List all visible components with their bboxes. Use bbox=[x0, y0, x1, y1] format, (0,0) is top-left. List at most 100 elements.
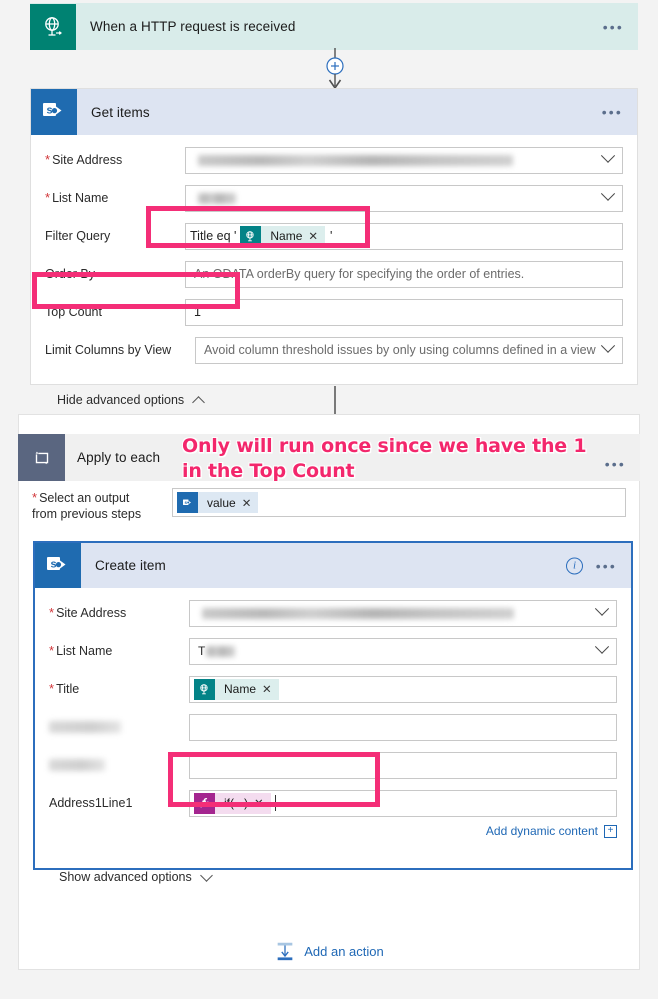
get-items-row-limit-columns: Limit Columns by View Avoid column thres… bbox=[31, 333, 637, 367]
trigger-card-header[interactable]: When a HTTP request is received ••• bbox=[30, 3, 638, 50]
remove-token-icon[interactable]: ✕ bbox=[308, 229, 325, 243]
required-asterisk: * bbox=[32, 490, 38, 505]
label-redacted-1 bbox=[49, 721, 189, 733]
remove-token-icon[interactable]: ✕ bbox=[254, 796, 271, 810]
chevron-down-icon[interactable] bbox=[600, 148, 616, 163]
annotation-line-2: in the Top Count bbox=[182, 460, 355, 483]
create-item-row-site-address: * Site Address bbox=[35, 596, 631, 630]
input-title[interactable]: Name ✕ bbox=[189, 675, 617, 703]
create-item-title: Create item bbox=[95, 558, 166, 573]
chevron-down-icon[interactable] bbox=[600, 338, 616, 353]
create-item-card[interactable]: s Create item i ••• * Site Address * Lis… bbox=[33, 541, 633, 884]
sharepoint-icon: s bbox=[177, 492, 198, 513]
advanced-toggle-label: Show advanced options bbox=[59, 870, 192, 884]
connector-trigger-to-getitems bbox=[326, 48, 344, 90]
label-address1line1: Address1Line1 bbox=[49, 796, 133, 810]
label-select-output: * Select an output from previous steps bbox=[32, 488, 172, 522]
trigger-menu-button[interactable]: ••• bbox=[603, 20, 624, 34]
info-icon[interactable]: i bbox=[566, 557, 583, 574]
redacted-value bbox=[198, 192, 236, 204]
plus-icon[interactable]: + bbox=[604, 824, 617, 838]
required-asterisk: * bbox=[45, 190, 51, 205]
label-list-name: * List Name bbox=[45, 190, 109, 205]
required-asterisk: * bbox=[49, 605, 55, 620]
add-dynamic-content-label: Add dynamic content bbox=[485, 824, 598, 838]
input-select-output[interactable]: s value ✕ bbox=[172, 488, 626, 517]
label-redacted-2 bbox=[49, 759, 189, 771]
http-globe-icon bbox=[30, 3, 76, 50]
required-asterisk: * bbox=[45, 152, 51, 167]
required-asterisk: * bbox=[49, 681, 55, 696]
label-limit-columns: Limit Columns by View bbox=[45, 343, 172, 357]
get-items-header[interactable]: s Get items ••• bbox=[31, 89, 637, 135]
sharepoint-icon: s bbox=[35, 543, 81, 588]
input-list-name[interactable]: T bbox=[189, 637, 617, 665]
input-site-address[interactable] bbox=[185, 146, 623, 174]
token-label: Name bbox=[224, 682, 257, 696]
redacted-label bbox=[49, 759, 105, 771]
input-list-name[interactable] bbox=[185, 184, 623, 212]
add-action-icon bbox=[277, 942, 293, 961]
label-site-address: * Site Address bbox=[49, 605, 127, 620]
create-item-row-title: * Title Name ✕ bbox=[35, 672, 631, 706]
token-label: Name bbox=[270, 229, 303, 243]
remove-token-icon[interactable]: ✕ bbox=[242, 496, 259, 510]
redacted-prefix: T bbox=[198, 644, 206, 658]
redacted-value bbox=[206, 645, 236, 657]
advanced-toggle-label: Hide advanced options bbox=[57, 393, 185, 407]
chevron-down-icon[interactable] bbox=[594, 639, 610, 654]
apply-to-each-select-output-row: * Select an output from previous steps s … bbox=[18, 481, 640, 522]
create-item-advanced-toggle[interactable]: Show advanced options bbox=[35, 860, 631, 894]
apply-to-each-title: Apply to each bbox=[77, 450, 161, 465]
input-address1line1[interactable]: 𝑓x if(...) ✕ bbox=[189, 789, 617, 817]
add-an-action-button[interactable]: Add an action bbox=[0, 940, 658, 962]
label-site-address: * Site Address bbox=[45, 152, 123, 167]
get-items-card[interactable]: s Get items ••• * Site Address * List Na… bbox=[30, 88, 638, 409]
trigger-card[interactable]: When a HTTP request is received ••• bbox=[30, 3, 638, 50]
filter-query-prefix: Title eq ' bbox=[190, 229, 237, 243]
sharepoint-icon: s bbox=[31, 89, 77, 135]
input-order-by[interactable]: An ODATA orderBy query for specifying th… bbox=[185, 260, 623, 288]
dynamic-token-name[interactable]: Name ✕ bbox=[194, 678, 279, 700]
input-redacted-1[interactable] bbox=[189, 713, 617, 741]
add-an-action-label: Add an action bbox=[304, 943, 384, 959]
expression-token-if[interactable]: 𝑓x if(...) ✕ bbox=[194, 792, 271, 814]
create-item-row-list-name: * List Name T bbox=[35, 634, 631, 668]
input-site-address[interactable] bbox=[189, 599, 617, 627]
input-filter-query[interactable]: Title eq ' Name ✕ ' bbox=[185, 222, 623, 250]
dynamic-token-value[interactable]: s value ✕ bbox=[177, 492, 259, 513]
svg-text:s: s bbox=[50, 558, 56, 570]
create-item-menu-button[interactable]: ••• bbox=[596, 559, 617, 573]
select-output-line2: from previous steps bbox=[32, 507, 142, 521]
label-title: * Title bbox=[49, 681, 80, 696]
redacted-value bbox=[198, 154, 513, 166]
get-items-menu-button[interactable]: ••• bbox=[602, 105, 623, 119]
annotation-line-1: Only will run once since we have the 1 bbox=[182, 435, 587, 458]
label-top-count: Top Count bbox=[45, 305, 102, 319]
remove-token-icon[interactable]: ✕ bbox=[262, 682, 279, 696]
trigger-title: When a HTTP request is received bbox=[90, 19, 296, 34]
loop-icon bbox=[18, 434, 65, 481]
input-top-count[interactable]: 1 bbox=[185, 298, 623, 326]
token-label: value bbox=[207, 495, 236, 510]
redacted-value bbox=[202, 607, 514, 619]
chevron-down-icon[interactable] bbox=[594, 601, 610, 616]
redacted-label bbox=[49, 721, 121, 733]
input-redacted-2[interactable] bbox=[189, 751, 617, 779]
input-limit-columns[interactable]: Avoid column threshold issues by only us… bbox=[195, 336, 623, 364]
chevron-up-icon bbox=[192, 395, 206, 409]
create-item-header[interactable]: s Create item i ••• bbox=[35, 543, 631, 588]
add-dynamic-content-link[interactable]: Add dynamic content + bbox=[35, 820, 631, 842]
label-list-name: * List Name bbox=[49, 643, 113, 658]
label-filter-query: Filter Query bbox=[45, 229, 111, 243]
get-items-title: Get items bbox=[91, 104, 150, 120]
svg-text:s: s bbox=[46, 105, 52, 117]
fx-icon: 𝑓x bbox=[194, 792, 215, 814]
dynamic-token-name[interactable]: Name ✕ bbox=[240, 225, 326, 247]
http-globe-icon bbox=[240, 225, 262, 247]
http-globe-icon bbox=[194, 678, 215, 700]
annotation-text: Only will run once since we have the 1 i… bbox=[182, 434, 652, 484]
chevron-down-icon[interactable] bbox=[600, 186, 616, 201]
get-items-row-list-name: * List Name bbox=[31, 181, 637, 215]
text-cursor bbox=[274, 795, 276, 811]
